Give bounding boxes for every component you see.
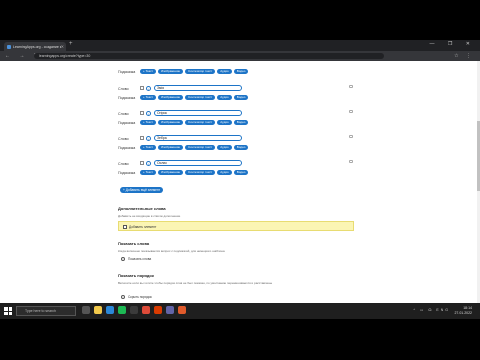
new-tab-button[interactable]: +	[69, 41, 73, 47]
add-tts-button[interactable]: Синтезатор текст	[185, 69, 216, 74]
letters-radio-label: Скрыть порядок	[128, 295, 152, 299]
add-image-button[interactable]: Изображение	[158, 95, 184, 100]
word-input[interactable]: Огірок	[154, 110, 242, 116]
letters-section-title: Показать порядок	[118, 273, 154, 278]
add-text-button[interactable]: + Текст	[140, 170, 157, 175]
move-row-icon[interactable]	[349, 85, 353, 88]
url-field[interactable]: learningapps.org/create?type=30	[34, 53, 384, 59]
letters-section-desc: Включите если вы хотите чтобы порядок сл…	[118, 281, 273, 285]
word-input[interactable]: Зебра	[154, 135, 242, 141]
add-audio-button[interactable]: Аудио	[217, 145, 232, 150]
chrome-icon[interactable]	[142, 306, 150, 314]
add-text-button[interactable]: + Текст	[140, 95, 157, 100]
add-text-button[interactable]: + Текст	[140, 120, 157, 125]
letters-radio[interactable]	[121, 295, 125, 299]
page-content: Подсказка + Текст Изображение Синтезатор…	[0, 61, 480, 319]
app-icon[interactable]	[178, 306, 186, 314]
teams-icon[interactable]	[166, 306, 174, 314]
taskbar-apps	[82, 306, 186, 314]
add-text-button[interactable]: + Текст	[140, 69, 157, 74]
edge-icon[interactable]	[106, 306, 114, 314]
add-image-button[interactable]: Изображение	[158, 170, 184, 175]
powerpoint-icon[interactable]	[154, 306, 162, 314]
add-text-button[interactable]: + Текст	[140, 145, 157, 150]
audio-icon[interactable]: ♪	[146, 110, 151, 116]
extra-option-box[interactable]: Добавить элемент	[118, 221, 354, 231]
row-checkbox[interactable]	[140, 136, 144, 140]
add-audio-button[interactable]: Аудио	[217, 95, 232, 100]
add-video-button[interactable]: Видео	[233, 145, 249, 150]
store-icon[interactable]	[130, 306, 138, 314]
browser-tab-bar: LearningApps.org - создание мультимедийн…	[0, 40, 480, 51]
system-tray-icons[interactable]: ^ ▭ ☊ ENG	[413, 308, 450, 312]
show-section-title: Показать слова	[118, 241, 150, 246]
word-input[interactable]: Ослик	[154, 160, 242, 166]
address-bar: ← → ↻ learningapps.org/create?type=30 ☆ …	[0, 51, 480, 61]
word-input[interactable]: Змія	[154, 85, 242, 91]
taskbar: Type here to search ^ ▭ ☊ ENG 18:14 27.0…	[0, 303, 480, 319]
spotify-icon[interactable]	[118, 306, 126, 314]
browser-tab[interactable]: LearningApps.org - создание мультимедийн…	[4, 42, 66, 51]
add-video-button[interactable]: Видео	[233, 69, 249, 74]
move-row-icon[interactable]	[349, 160, 353, 163]
add-tts-button[interactable]: Синтезатор текст	[185, 145, 216, 150]
add-video-button[interactable]: Видео	[233, 95, 249, 100]
extra-section-desc: Добавить не входящие в список дополнение	[118, 214, 181, 218]
window-controls[interactable]: — ❐ ✕	[430, 41, 476, 47]
extension-icons[interactable]: ☆ ⋮	[454, 53, 474, 59]
tab-title: LearningApps.org - создание мультимедийн…	[13, 44, 61, 49]
move-row-icon[interactable]	[349, 135, 353, 138]
clock[interactable]: 18:14 27.01.2022	[454, 306, 472, 315]
add-tts-button[interactable]: Синтезатор текст	[185, 120, 216, 125]
add-audio-button[interactable]: Аудио	[217, 120, 232, 125]
add-image-button[interactable]: Изображение	[158, 120, 184, 125]
screen: LearningApps.org - создание мультимедийн…	[0, 40, 480, 319]
add-tts-button[interactable]: Синтезатор текст	[185, 95, 216, 100]
row-checkbox[interactable]	[140, 86, 144, 90]
audio-icon[interactable]: ♪	[146, 160, 151, 166]
windows-start-icon[interactable]	[4, 307, 12, 315]
audio-icon[interactable]: ♪	[146, 85, 151, 91]
add-video-button[interactable]: Видео	[233, 120, 249, 125]
add-tts-button[interactable]: Синтезатор текст	[185, 170, 216, 175]
taskbar-search-input[interactable]: Type here to search	[16, 306, 76, 316]
extra-checkbox[interactable]	[123, 225, 127, 229]
add-audio-button[interactable]: Аудио	[217, 170, 232, 175]
audio-icon[interactable]: ♪	[146, 135, 151, 141]
add-image-button[interactable]: Изображение	[158, 145, 184, 150]
add-audio-button[interactable]: Аудио	[217, 69, 232, 74]
extra-section-title: Дополнительные слова	[118, 206, 166, 211]
clock-date: 27.01.2022	[454, 310, 472, 315]
add-image-button[interactable]: Изображение	[158, 69, 184, 74]
row-checkbox[interactable]	[140, 111, 144, 115]
show-radio[interactable]	[121, 257, 125, 261]
move-row-icon[interactable]	[349, 110, 353, 113]
favicon-icon	[7, 44, 11, 49]
add-video-button[interactable]: Видео	[233, 170, 249, 175]
task-view-icon[interactable]	[82, 306, 90, 314]
show-radio-label: Показать слова	[128, 257, 152, 261]
extra-checkbox-label: Добавить элемент	[129, 224, 157, 229]
row-checkbox[interactable]	[140, 161, 144, 165]
show-section-desc: Когда включено показывается вопрос с под…	[118, 249, 225, 253]
close-tab-icon[interactable]: ✕	[61, 44, 64, 49]
file-explorer-icon[interactable]	[94, 306, 102, 314]
add-element-button[interactable]: + Добавить ещё элемент	[120, 187, 164, 193]
